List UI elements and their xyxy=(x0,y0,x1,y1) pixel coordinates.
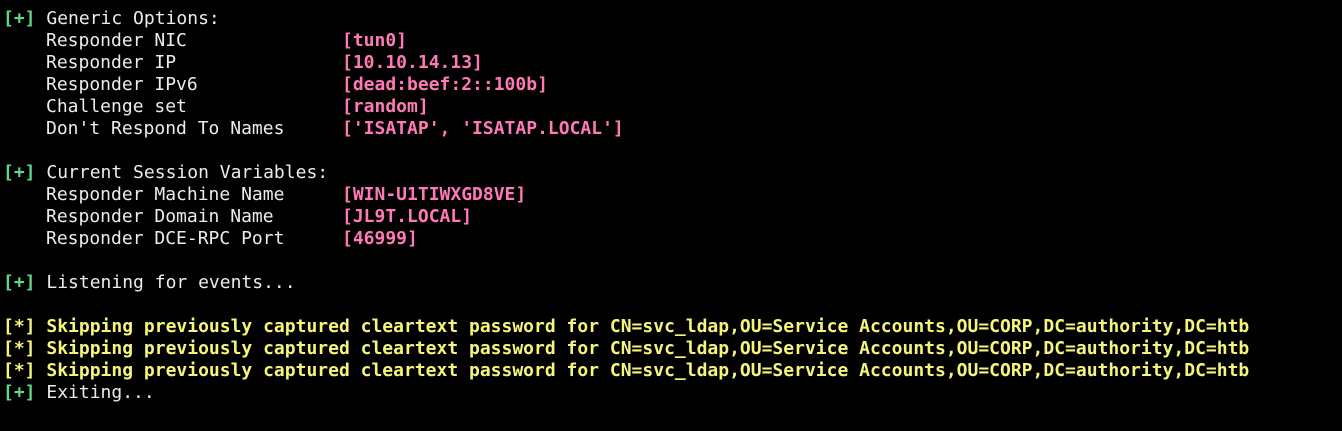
session-value: [JL9T.LOCAL] xyxy=(342,206,473,227)
log-text: Skipping previously captured cleartext p… xyxy=(46,338,1250,359)
exiting-line: [+] Exiting... xyxy=(3,382,1342,404)
option-row: Challenge set [random] xyxy=(3,96,1342,118)
status-tag: [+] xyxy=(3,382,36,403)
option-row: Don't Respond To Names ['ISATAP', 'ISATAP… xyxy=(3,118,1342,140)
option-label: Responder NIC xyxy=(46,30,187,51)
info-tag: [*] xyxy=(3,316,36,337)
log-text: Exiting... xyxy=(46,382,155,403)
option-row: Responder NIC [tun0] xyxy=(3,30,1342,52)
session-row: Responder Machine Name [WIN-U1TIWXGD8VE] xyxy=(3,184,1342,206)
status-tag: [+] xyxy=(3,272,36,293)
info-tag: [*] xyxy=(3,360,36,381)
section-heading: Generic Options: xyxy=(46,8,220,29)
option-label: Challenge set xyxy=(46,96,187,117)
info-tag: [*] xyxy=(3,338,36,359)
skip-log-line: [*] Skipping previously captured clearte… xyxy=(3,316,1342,338)
log-text: Listening for events... xyxy=(46,272,296,293)
skip-log-line: [*] Skipping previously captured clearte… xyxy=(3,338,1342,360)
session-value: [46999] xyxy=(342,228,418,249)
option-label: Responder IP xyxy=(46,52,177,73)
session-variables-header: [+] Current Session Variables: xyxy=(3,162,1342,184)
log-text: Skipping previously captured cleartext p… xyxy=(46,316,1250,337)
listening-line: [+] Listening for events... xyxy=(3,272,1342,294)
status-tag: [+] xyxy=(3,8,36,29)
log-text: Skipping previously captured cleartext p… xyxy=(46,360,1250,381)
option-label: Don't Respond To Names xyxy=(46,118,285,139)
option-value: [random] xyxy=(342,96,429,117)
option-value: [tun0] xyxy=(342,30,408,51)
terminal-output: [+] Generic Options: Responder NIC [tun0]… xyxy=(0,0,1342,431)
option-value: [dead:beef:2::100b] xyxy=(342,74,548,95)
option-value: [10.10.14.13] xyxy=(342,52,483,73)
session-label: Responder Domain Name xyxy=(46,206,274,227)
option-value: ['ISATAP', 'ISATAP.LOCAL'] xyxy=(342,118,624,139)
option-row: Responder IP [10.10.14.13] xyxy=(3,52,1342,74)
session-label: Responder Machine Name xyxy=(46,184,285,205)
session-label: Responder DCE-RPC Port xyxy=(46,228,285,249)
skip-log-line: [*] Skipping previously captured clearte… xyxy=(3,360,1342,382)
session-row: Responder DCE-RPC Port [46999] xyxy=(3,228,1342,250)
option-row: Responder IPv6 [dead:beef:2::100b] xyxy=(3,74,1342,96)
session-row: Responder Domain Name [JL9T.LOCAL] xyxy=(3,206,1342,228)
generic-options-header: [+] Generic Options: xyxy=(3,8,1342,30)
status-tag: [+] xyxy=(3,162,36,183)
session-value: [WIN-U1TIWXGD8VE] xyxy=(342,184,527,205)
section-heading: Current Session Variables: xyxy=(46,162,329,183)
option-label: Responder IPv6 xyxy=(46,74,198,95)
